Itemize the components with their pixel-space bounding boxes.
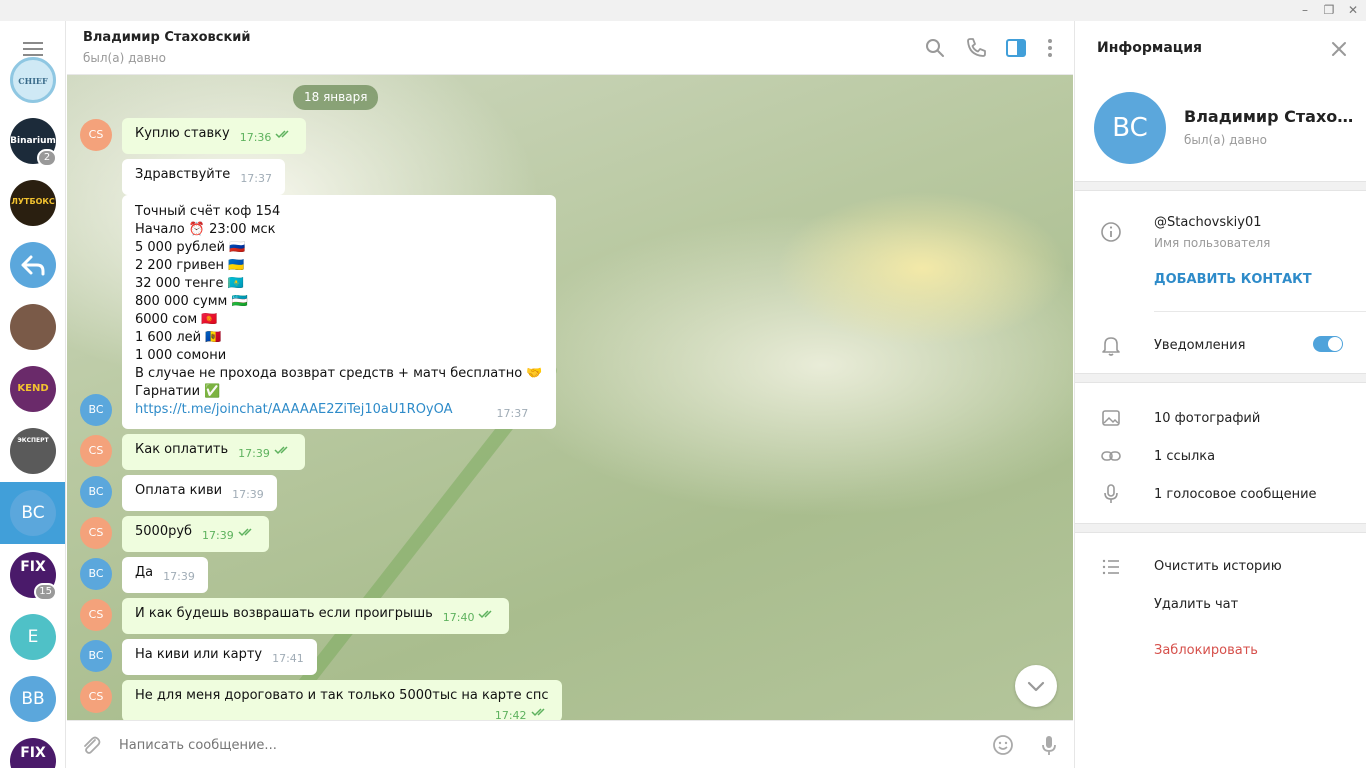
microphone-icon[interactable] bbox=[1037, 733, 1061, 757]
phone-icon[interactable] bbox=[964, 36, 988, 60]
menu-icon[interactable] bbox=[23, 42, 43, 56]
message-bubble[interactable]: Да 17:39 bbox=[122, 557, 208, 593]
message-bubble[interactable]: Точный счёт коф 154 Начало ⏰ 23:00 мск 5… bbox=[122, 195, 556, 429]
message-time: 17:37 bbox=[240, 172, 273, 185]
message-time: 17:37 bbox=[496, 407, 529, 420]
delete-chat-button[interactable]: Удалить чат bbox=[1154, 597, 1238, 612]
chat-header: Владимир Стаховский был(а) давно bbox=[67, 21, 1073, 75]
unread-badge: 2 bbox=[37, 149, 57, 167]
divider bbox=[1154, 311, 1366, 312]
sender-avatar[interactable]: BC bbox=[80, 394, 112, 426]
bell-icon bbox=[1100, 334, 1122, 356]
chat-avatar-expert[interactable]: ЭКСПЕРТ bbox=[10, 428, 56, 474]
read-ticks-icon bbox=[238, 528, 252, 537]
message-time: 17:39 bbox=[232, 488, 264, 501]
message-list[interactable]: 18 января CS Куплю ставку 17:36 Здравству… bbox=[67, 75, 1073, 720]
emoji-icon[interactable] bbox=[991, 733, 1015, 757]
close-window-button[interactable]: ✕ bbox=[1338, 0, 1366, 21]
divider bbox=[1075, 181, 1366, 191]
link-icon bbox=[1100, 445, 1122, 467]
message-input[interactable] bbox=[119, 736, 979, 754]
date-separator: 18 января bbox=[293, 85, 379, 110]
chat-avatar-kend[interactable]: KEND bbox=[10, 366, 56, 412]
chat-avatar-lutboks[interactable]: ЛУТБОКС bbox=[10, 180, 56, 226]
block-user-button[interactable]: Заблокировать bbox=[1154, 643, 1258, 658]
info-title: Информация bbox=[1097, 40, 1202, 56]
chat-avatar-reply[interactable] bbox=[10, 242, 56, 288]
message-time: 17:40 bbox=[442, 611, 475, 624]
reply-icon bbox=[21, 255, 45, 276]
close-icon[interactable] bbox=[1329, 39, 1349, 59]
sender-avatar[interactable]: BC bbox=[80, 476, 112, 508]
chat-avatar-photo-channel[interactable] bbox=[10, 304, 56, 350]
sender-avatar[interactable]: BC bbox=[80, 640, 112, 672]
divider bbox=[1075, 373, 1366, 383]
info-icon bbox=[1100, 221, 1122, 243]
chat-avatar-fix-matches-2[interactable]: FIX bbox=[10, 738, 56, 768]
chat-title[interactable]: Владимир Стаховский bbox=[83, 30, 251, 45]
read-ticks-icon bbox=[274, 446, 288, 455]
sender-avatar[interactable]: CS bbox=[80, 119, 112, 151]
profile-name: Владимир Стахов… bbox=[1184, 107, 1354, 126]
chat-avatar-e[interactable]: E bbox=[10, 614, 56, 660]
profile-status: был(а) давно bbox=[1184, 133, 1267, 147]
chat-avatar-bb[interactable]: BB bbox=[10, 676, 56, 722]
message-time: 17:42 bbox=[494, 709, 527, 720]
unread-badge: 15 bbox=[34, 583, 57, 601]
add-contact-button[interactable]: ДОБАВИТЬ КОНТАКТ bbox=[1154, 272, 1312, 287]
notifications-label: Уведомления bbox=[1154, 338, 1246, 353]
chat-avatar-bc[interactable]: BC bbox=[10, 490, 56, 536]
message-time: 17:36 bbox=[239, 131, 272, 144]
read-ticks-icon bbox=[275, 130, 289, 139]
message-time: 17:41 bbox=[272, 652, 304, 665]
message-bubble[interactable]: 5000руб 17:39 bbox=[122, 516, 269, 552]
message-bubble[interactable]: Не для меня дороговато и так только 5000… bbox=[122, 680, 562, 720]
message-bubble[interactable]: На киви или карту 17:41 bbox=[122, 639, 317, 675]
chat-status: был(а) давно bbox=[83, 51, 166, 65]
list-icon bbox=[1100, 556, 1122, 578]
message-bubble[interactable]: Оплата киви 17:39 bbox=[122, 475, 277, 511]
message-time: 17:39 bbox=[238, 447, 270, 460]
info-panel: Информация BC Владимир Стахов… был(а) да… bbox=[1074, 21, 1366, 768]
window-titlebar: – ❐ ✕ bbox=[0, 0, 1366, 21]
sender-avatar[interactable]: CS bbox=[80, 599, 112, 631]
sender-avatar[interactable]: CS bbox=[80, 517, 112, 549]
sender-avatar[interactable]: CS bbox=[80, 681, 112, 713]
chat-avatar-binarium[interactable]: Binarium 2 bbox=[10, 118, 57, 167]
more-options-icon[interactable] bbox=[1038, 36, 1062, 60]
attach-icon[interactable] bbox=[79, 733, 103, 757]
photo-icon bbox=[1100, 407, 1122, 429]
message-bubble[interactable]: Здравствуйте 17:37 bbox=[122, 159, 286, 195]
message-time: 17:39 bbox=[202, 529, 234, 542]
clear-history-button[interactable]: Очистить историю bbox=[1154, 559, 1282, 574]
scroll-down-button[interactable] bbox=[1015, 665, 1057, 707]
chat-avatar-chief[interactable]: CHIEF bbox=[10, 57, 56, 103]
chat-avatar-fix-matches[interactable]: FIX 15 bbox=[10, 552, 57, 601]
shared-links[interactable]: 1 ссылка bbox=[1154, 449, 1215, 464]
read-ticks-icon bbox=[478, 610, 493, 619]
shared-voice[interactable]: 1 голосовое сообщение bbox=[1154, 487, 1317, 502]
message-bubble[interactable]: И как будешь возврашать если проигрышь 17… bbox=[122, 598, 510, 634]
sidebar-toggle-icon[interactable] bbox=[1004, 36, 1028, 60]
chat-list-rail: CHIEF Binarium 2 ЛУТБОКС KEND ЭКСПЕРТ BC… bbox=[0, 21, 66, 768]
shared-photos[interactable]: 10 фотографий bbox=[1154, 411, 1260, 426]
message-bubble[interactable]: Куплю ставку 17:36 bbox=[122, 118, 307, 154]
microphone-icon bbox=[1100, 483, 1122, 505]
username-value[interactable]: @Stachovskiy01 bbox=[1154, 215, 1262, 230]
message-bubble[interactable]: Как оплатить 17:39 bbox=[122, 434, 305, 470]
notifications-toggle[interactable] bbox=[1313, 336, 1343, 352]
message-composer bbox=[67, 720, 1073, 768]
invite-link[interactable]: https://t.me/joinchat/AAAAAE2ZiTej10aU1R… bbox=[135, 402, 453, 417]
message-time: 17:39 bbox=[163, 570, 195, 583]
chevron-down-icon bbox=[1027, 681, 1045, 692]
divider bbox=[1075, 523, 1366, 533]
read-ticks-icon bbox=[531, 708, 545, 717]
username-label: Имя пользователя bbox=[1154, 236, 1271, 250]
avatar[interactable]: BC bbox=[1094, 92, 1166, 164]
sender-avatar[interactable]: BC bbox=[80, 558, 112, 590]
search-icon[interactable] bbox=[923, 36, 947, 60]
sender-avatar[interactable]: CS bbox=[80, 435, 112, 467]
